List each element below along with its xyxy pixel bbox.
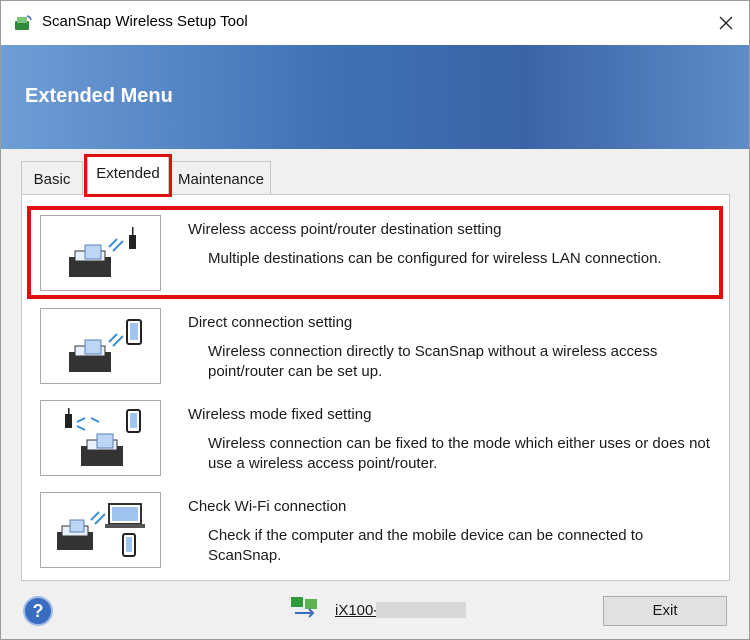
scanner-laptop-phone-icon	[56, 503, 145, 557]
exit-button[interactable]: Exit	[603, 596, 727, 626]
scanner-phone-icon	[68, 319, 142, 372]
question-icon: ?	[32, 600, 44, 621]
tab-extended[interactable]: Extended	[87, 155, 169, 195]
direct-connection-button[interactable]	[40, 308, 161, 384]
option-description: Multiple destinations can be configured …	[208, 250, 662, 267]
option-title: Wireless mode fixed setting	[188, 406, 372, 423]
tab-maintenance[interactable]: Maintenance	[171, 161, 271, 195]
tab-basic[interactable]: Basic	[21, 161, 83, 195]
option-description: Check if the computer and the mobile dev…	[208, 527, 644, 564]
title-bar: ScanSnap Wireless Setup Tool	[1, 1, 749, 45]
scanner-router-icon	[68, 227, 136, 277]
option-description: Wireless connection can be fixed to the …	[208, 435, 710, 472]
app-icon	[15, 15, 32, 30]
footer: ? iX100- Exit	[1, 581, 749, 639]
page-title: Extended Menu	[25, 85, 173, 107]
window-title: ScanSnap Wireless Setup Tool	[42, 13, 248, 30]
option-title: Check Wi-Fi connection	[188, 498, 347, 515]
option-title: Wireless access point/router destination…	[188, 221, 502, 238]
option-wireless-mode-fixed: Wireless mode fixed setting Wireless con…	[40, 400, 720, 482]
check-wifi-button[interactable]	[40, 492, 161, 568]
device-name-mask	[376, 602, 466, 618]
option-check-wifi: Check Wi-Fi connection Check if the comp…	[40, 492, 720, 574]
scanner-router-phone-icon	[64, 408, 141, 466]
close-icon	[719, 16, 733, 30]
header-band: Extended Menu	[1, 45, 749, 149]
access-point-destination-button[interactable]	[40, 215, 161, 291]
option-description: Wireless connection directly to ScanSnap…	[208, 343, 658, 380]
help-button[interactable]: ?	[23, 596, 53, 626]
option-direct-connection: Direct connection setting Wireless conne…	[40, 308, 720, 390]
wireless-device-icon	[291, 597, 317, 618]
extended-menu-panel: Wireless access point/router destination…	[21, 194, 730, 581]
option-access-point-destination: Wireless access point/router destination…	[40, 215, 720, 297]
option-title: Direct connection setting	[188, 314, 353, 331]
device-link[interactable]: iX100-	[335, 602, 378, 619]
wireless-mode-fixed-button[interactable]	[40, 400, 161, 476]
setup-tool-window: ScanSnap Wireless Setup Tool Extended Me…	[0, 0, 750, 640]
close-button[interactable]	[703, 1, 749, 45]
